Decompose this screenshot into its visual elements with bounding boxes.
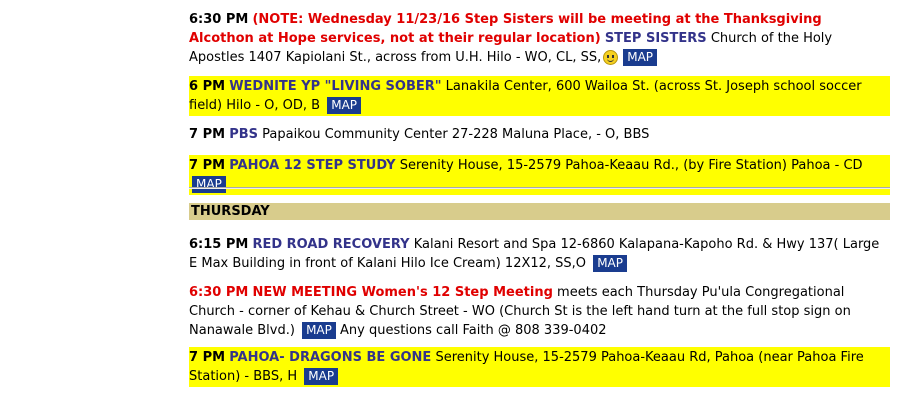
meeting-time: 7 PM (189, 127, 226, 142)
meeting-entry-wednite-yp: 6 PM WEDNITE YP "LIVING SOBER" Lanakila … (189, 76, 890, 116)
meeting-time: 7 PM (189, 350, 226, 365)
day-header: THURSDAY (189, 203, 890, 220)
meeting-time: 6:30 PM (189, 285, 249, 300)
meeting-details: Papaikou Community Center 27-228 Maluna … (262, 127, 650, 142)
meeting-name[interactable]: PBS (229, 127, 258, 142)
meeting-contact: Any questions call Faith @ 808 339-0402 (340, 323, 607, 338)
meeting-time: 6:30 PM (189, 12, 249, 27)
meeting-name[interactable]: STEP SISTERS (605, 31, 707, 46)
meeting-details: Serenity House, 15-2579 Pahoa-Keaau Rd.,… (399, 158, 863, 173)
map-button[interactable]: MAP (327, 97, 362, 114)
smiley-icon (603, 50, 619, 65)
meeting-time: 6:15 PM (189, 237, 249, 252)
meeting-entry-dragons-be-gone: 7 PM PAHOA- DRAGONS BE GONE Serenity Hou… (189, 347, 890, 387)
map-button[interactable]: MAP (593, 255, 627, 272)
meeting-entry-pahoa-12-step: 7 PM PAHOA 12 STEP STUDY Serenity House,… (189, 155, 890, 195)
map-button[interactable]: MAP (623, 49, 658, 66)
meeting-time: 6 PM (189, 79, 226, 94)
meeting-name[interactable]: RED ROAD RECOVERY (252, 237, 409, 252)
map-button[interactable]: MAP (192, 176, 226, 193)
meeting-entry-red-road: 6:15 PM RED ROAD RECOVERY Kalani Resort … (189, 234, 890, 274)
map-button[interactable]: MAP (302, 322, 336, 339)
meeting-name[interactable]: PAHOA- DRAGONS BE GONE (229, 350, 431, 365)
meeting-entry-pbs: 7 PM PBS Papaikou Community Center 27-22… (189, 124, 890, 145)
section-divider (189, 187, 890, 189)
meeting-name[interactable]: NEW MEETING Women's 12 Step Meeting (252, 285, 552, 300)
meeting-time: 7 PM (189, 158, 226, 173)
map-button[interactable]: MAP (304, 368, 339, 385)
meeting-entry-new-meeting: 6:30 PM NEW MEETING Women's 12 Step Meet… (189, 282, 890, 341)
meeting-entry-step-sisters: 6:30 PM (NOTE: Wednesday 11/23/16 Step S… (189, 9, 890, 68)
meeting-name[interactable]: PAHOA 12 STEP STUDY (229, 158, 395, 173)
meeting-name[interactable]: WEDNITE YP "LIVING SOBER" (229, 79, 441, 94)
